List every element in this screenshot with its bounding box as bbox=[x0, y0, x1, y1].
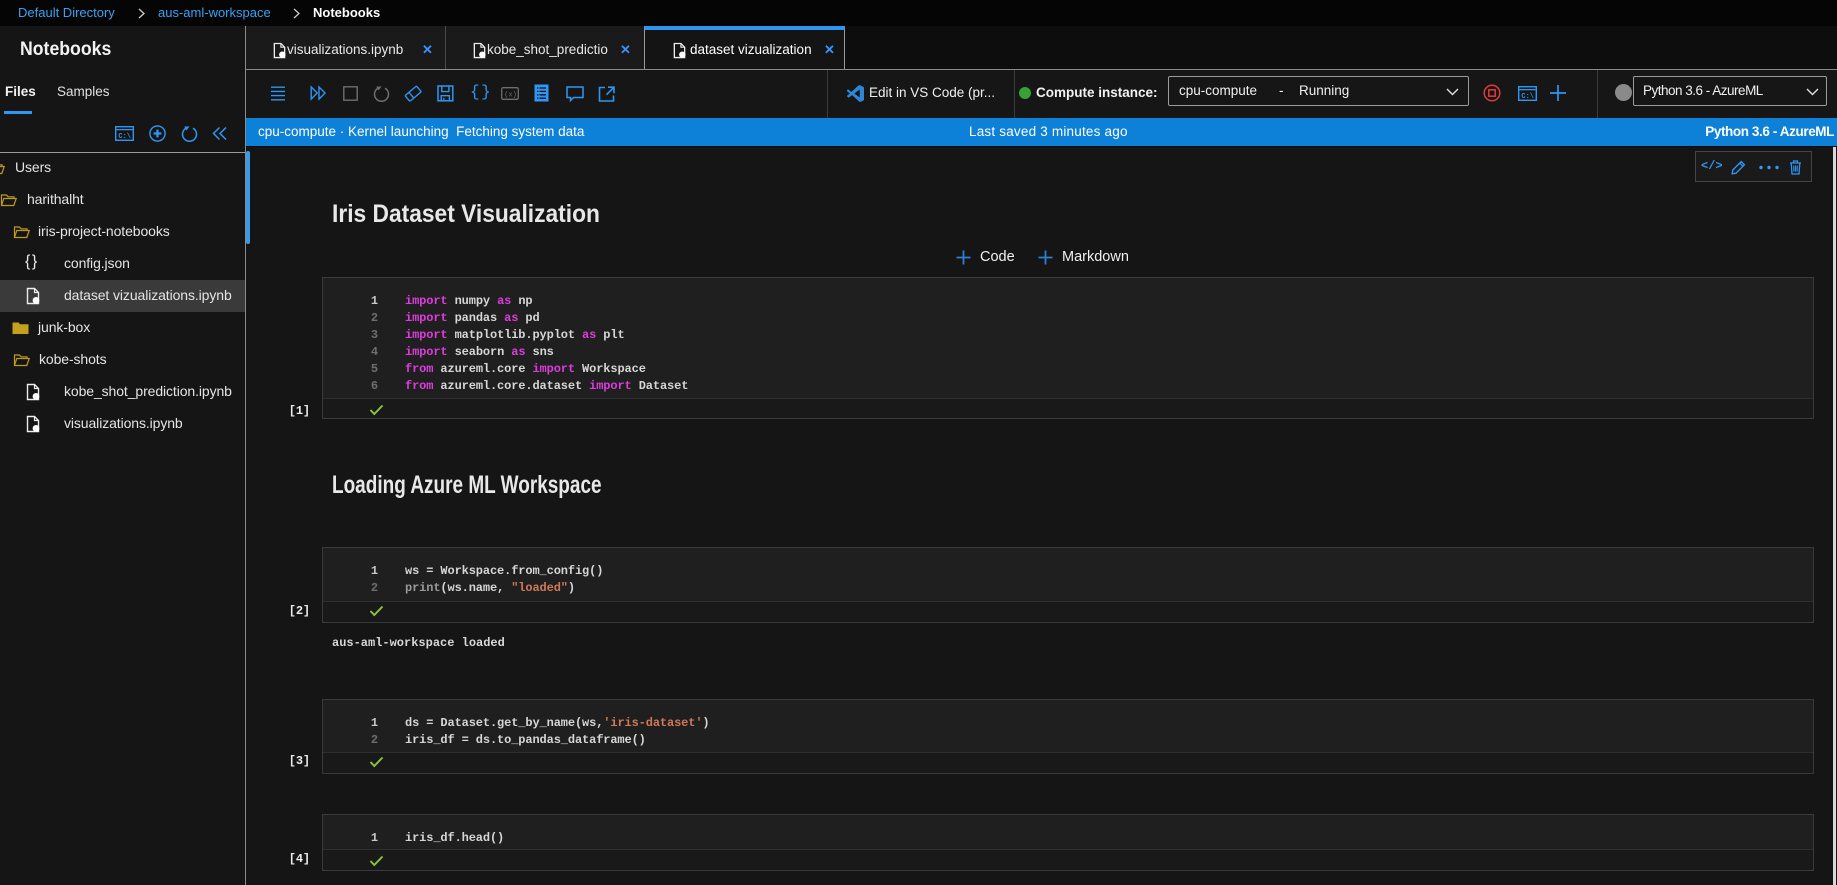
svg-text:(x): (x) bbox=[504, 91, 517, 99]
svg-text:C:\: C:\ bbox=[1521, 93, 1534, 101]
svg-text:C:\: C:\ bbox=[118, 133, 131, 141]
